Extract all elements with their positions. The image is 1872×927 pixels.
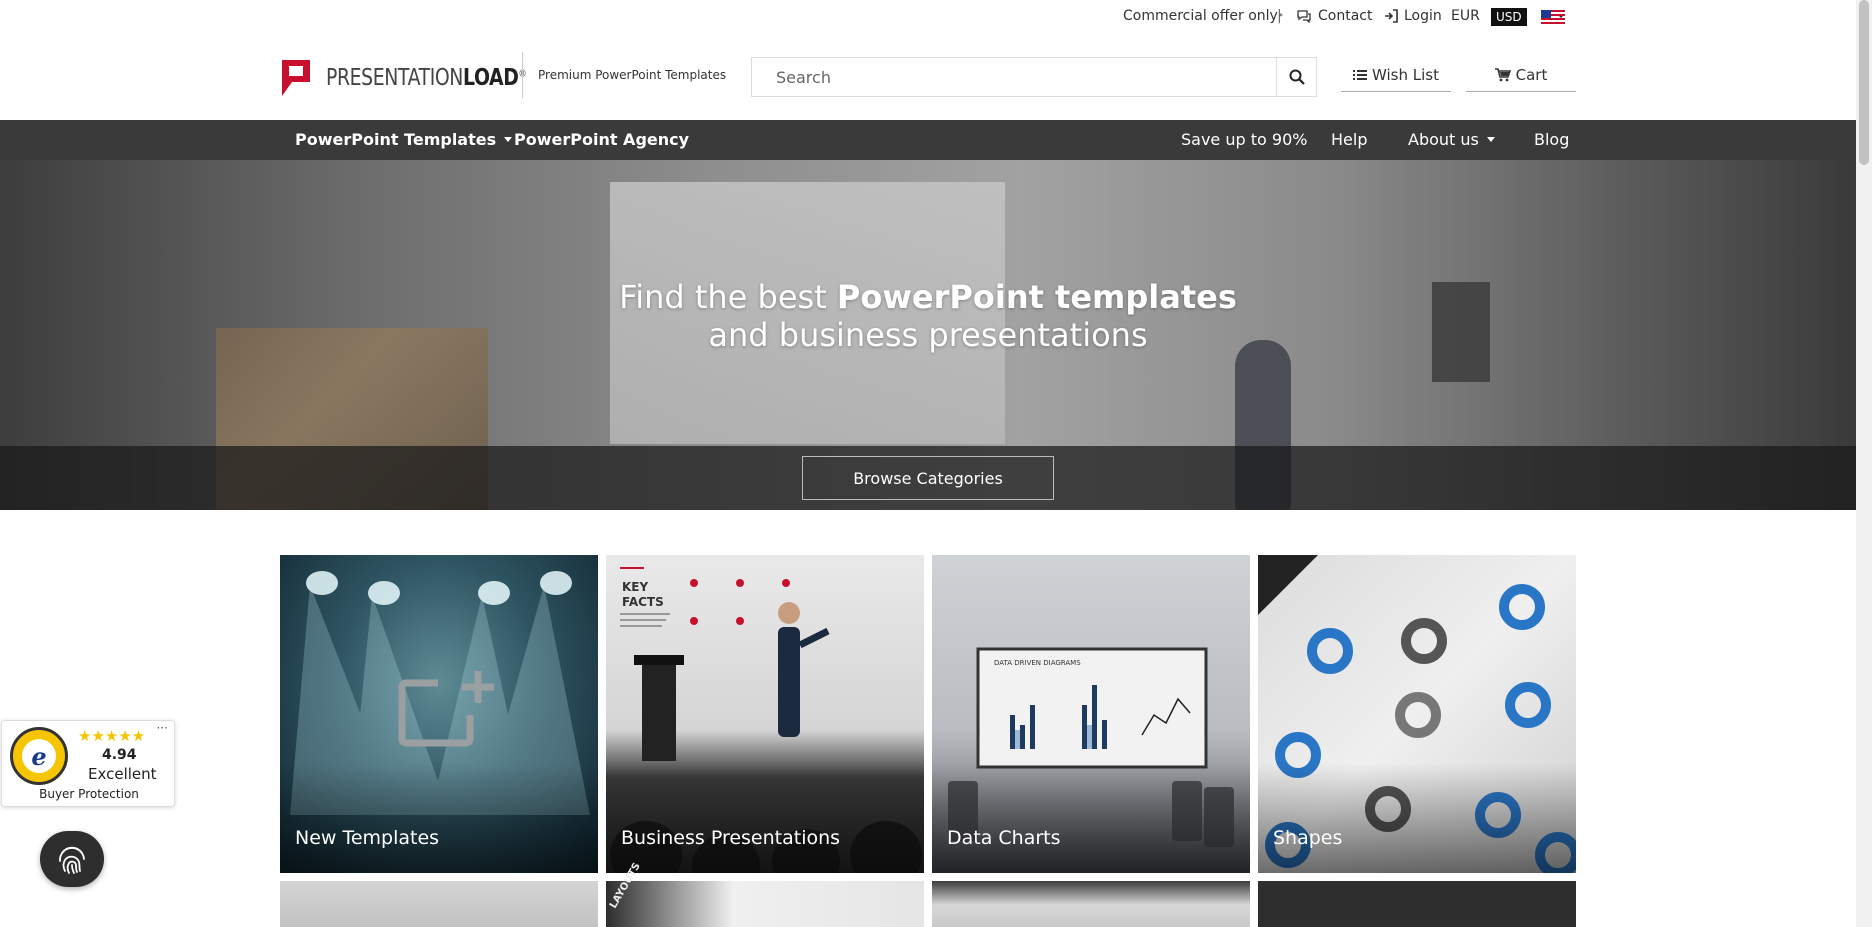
fingerprint-button[interactable] [40, 831, 104, 887]
hero-headline-bold: PowerPoint templates [836, 278, 1237, 316]
search-input[interactable] [752, 58, 1276, 96]
category-tile-row2-4[interactable] [1258, 881, 1576, 927]
search-bar [751, 57, 1317, 97]
sign-in-icon [1385, 9, 1398, 23]
new-template-plus-icon [398, 671, 494, 747]
chevron-down-icon [504, 137, 513, 142]
hero-banner: Find the best PowerPoint templates and b… [0, 160, 1856, 510]
contact-link[interactable]: Contact [1296, 8, 1372, 24]
login-label: Login [1404, 8, 1442, 24]
key-facts-slide-title: KEY FACTS [622, 580, 664, 610]
search-button[interactable] [1276, 58, 1316, 96]
commercial-offer-note: Commercial offer only * [1123, 8, 1283, 24]
chat-bubble-icon [1297, 10, 1311, 23]
rating-stars: ★★★★★ [78, 727, 146, 745]
logo-text-light: PRESENTATION [326, 65, 464, 91]
nav-templates-label: PowerPoint Templates [295, 130, 497, 149]
site-header: PRESENTATIONLOAD® Premium PowerPoint Tem… [0, 44, 1856, 120]
scrollbar-thumb[interactable] [1859, 0, 1869, 165]
category-tile-shapes[interactable]: Shapes [1258, 555, 1576, 873]
wishlist-label: Wish List [1372, 65, 1439, 84]
category-tile-business-presentations[interactable]: KEY FACTS Business Presentations [606, 555, 924, 873]
hero-headline: Find the best PowerPoint templates and b… [0, 278, 1856, 354]
hero-headline-light: Find the best [619, 278, 837, 316]
category-tile-data-charts[interactable]: DATA DRIVEN DIAGRAMS Data Charts [932, 555, 1250, 873]
chevron-down-icon [1486, 137, 1495, 142]
main-nav: PowerPoint Templates PowerPoint Agency S… [0, 120, 1856, 160]
fingerprint-icon [59, 846, 85, 874]
tile-shade [280, 763, 598, 873]
login-link[interactable]: Login [1384, 8, 1442, 24]
commercial-offer-text: Commercial offer only [1123, 8, 1278, 24]
tile-label-shapes: Shapes [1273, 827, 1343, 849]
page-scrollbar[interactable] [1856, 0, 1872, 927]
buyer-protection-text: Buyer Protection [39, 787, 139, 801]
category-tile-row2-3[interactable] [932, 881, 1250, 927]
cart-label: Cart [1515, 65, 1548, 84]
search-icon [1289, 69, 1305, 85]
browse-categories-button[interactable]: Browse Categories [802, 456, 1054, 500]
seal-letter: e [22, 739, 56, 773]
nav-about-label: About us [1408, 130, 1479, 149]
nav-blog[interactable]: Blog [1534, 130, 1569, 149]
logo-divider [522, 52, 523, 98]
nav-save[interactable]: Save up to 90% [1181, 130, 1307, 149]
hero-headline-line1: Find the best PowerPoint templates [0, 278, 1856, 316]
rating-text: Excellent [88, 765, 157, 783]
nav-powerpoint-templates[interactable]: PowerPoint Templates [295, 130, 513, 149]
nav-powerpoint-agency[interactable]: PowerPoint Agency [514, 130, 689, 149]
logo-wordmark: PRESENTATIONLOAD® [326, 65, 527, 91]
rating-score: 4.94 [102, 747, 137, 763]
list-icon [1353, 69, 1367, 80]
tile-shade [1258, 763, 1576, 873]
category-tile-row2-1[interactable] [280, 881, 598, 927]
separator: | [1277, 8, 1282, 24]
category-tile-row2-2[interactable]: LAYOUTS [606, 861, 924, 927]
currency-usd[interactable]: USD [1491, 8, 1527, 26]
category-tile-new-templates[interactable]: New Templates [280, 555, 598, 873]
presentationload-logo[interactable]: PRESENTATIONLOAD® [280, 58, 570, 98]
nav-help[interactable]: Help [1331, 130, 1367, 149]
tile-shade [606, 763, 924, 873]
trusted-shops-seal-icon: e [10, 727, 68, 785]
trusted-shops-badge[interactable]: e ★★★★★ ··· 4.94 Excellent Buyer Protect… [1, 720, 175, 807]
contact-label: Contact [1318, 8, 1373, 24]
hero-headline-line2: and business presentations [708, 316, 1148, 354]
data-driven-diagrams-title: DATA DRIVEN DIAGRAMS [994, 659, 1081, 667]
nav-about-us[interactable]: About us [1408, 130, 1495, 149]
logo-text-bold: LOAD [463, 65, 519, 91]
wishlist-button[interactable]: Wish List [1341, 58, 1451, 92]
tile-label-data-charts: Data Charts [947, 827, 1061, 849]
tile-label-new-templates: New Templates [295, 827, 440, 849]
utility-bar: Commercial offer only * | Contact Login E… [0, 0, 1856, 34]
cart-button[interactable]: Cart [1466, 58, 1576, 92]
us-flag-icon[interactable] [1541, 10, 1565, 24]
cart-icon [1494, 67, 1511, 81]
key-facts-line2: FACTS [622, 595, 664, 609]
more-dots-icon[interactable]: ··· [157, 721, 168, 735]
tile-label-business-presentations: Business Presentations [621, 827, 841, 849]
key-facts-line1: KEY [622, 580, 649, 594]
tile-shade [932, 763, 1250, 873]
tagline: Premium PowerPoint Templates [538, 68, 727, 82]
logo-mark-icon [282, 60, 310, 96]
currency-eur[interactable]: EUR [1451, 8, 1480, 24]
